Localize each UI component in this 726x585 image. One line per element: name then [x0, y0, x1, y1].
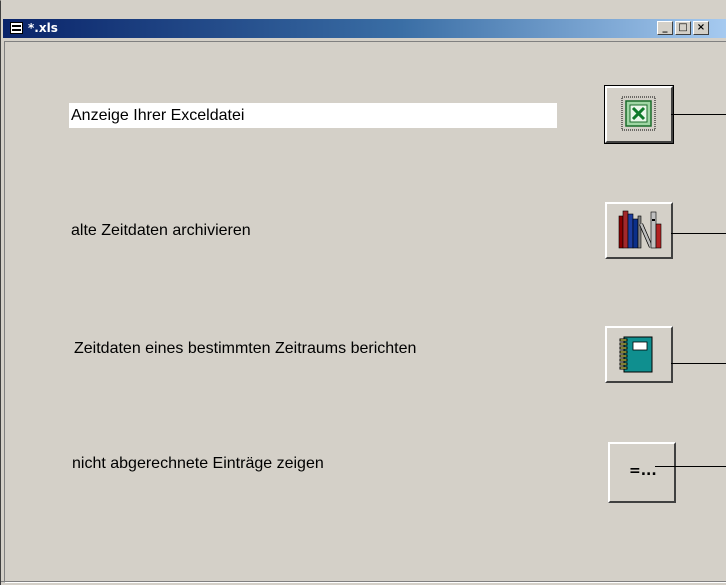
minimize-button[interactable]: _	[657, 21, 673, 35]
form-body: Anzeige Ihrer Exceldatei alte Zeitdaten …	[4, 41, 726, 583]
connector-line-4	[655, 466, 726, 467]
close-icon: ×	[696, 22, 706, 33]
unbilled-entries-button[interactable]: =...	[608, 442, 676, 503]
access-form-window: *.xls _ □ × Anzeige Ihrer Exceldatei alt…	[0, 0, 726, 585]
title-bar[interactable]: *.xls _ □ ×	[3, 19, 726, 38]
label-show-excel[interactable]: Anzeige Ihrer Exceldatei	[69, 103, 557, 128]
maximize-button[interactable]: □	[675, 21, 691, 35]
equals-ellipsis-icon: =...	[629, 463, 657, 479]
label-report-time-period[interactable]: Zeitdaten eines bestimmten Zeitraums ber…	[74, 340, 416, 358]
connector-line-3	[671, 363, 726, 364]
report-button[interactable]	[605, 326, 673, 383]
close-button[interactable]: ×	[693, 21, 709, 35]
form-icon[interactable]	[10, 22, 23, 34]
excel-icon	[621, 96, 656, 131]
label-unbilled-entries[interactable]: nicht abgerechnete Einträge zeigen	[72, 455, 324, 473]
connector-line-1	[671, 114, 726, 115]
archive-button[interactable]	[605, 202, 673, 259]
minimize-icon: _	[662, 22, 668, 33]
maximize-icon: □	[678, 22, 688, 33]
library-books-icon	[618, 210, 662, 249]
window-title: *.xls	[28, 21, 58, 35]
label-archive-time-data[interactable]: alte Zeitdaten archivieren	[71, 222, 251, 240]
window-bottom-border	[1, 581, 726, 582]
connector-line-2	[671, 233, 726, 234]
notebook-icon	[619, 336, 653, 373]
show-excel-button[interactable]	[604, 85, 674, 144]
